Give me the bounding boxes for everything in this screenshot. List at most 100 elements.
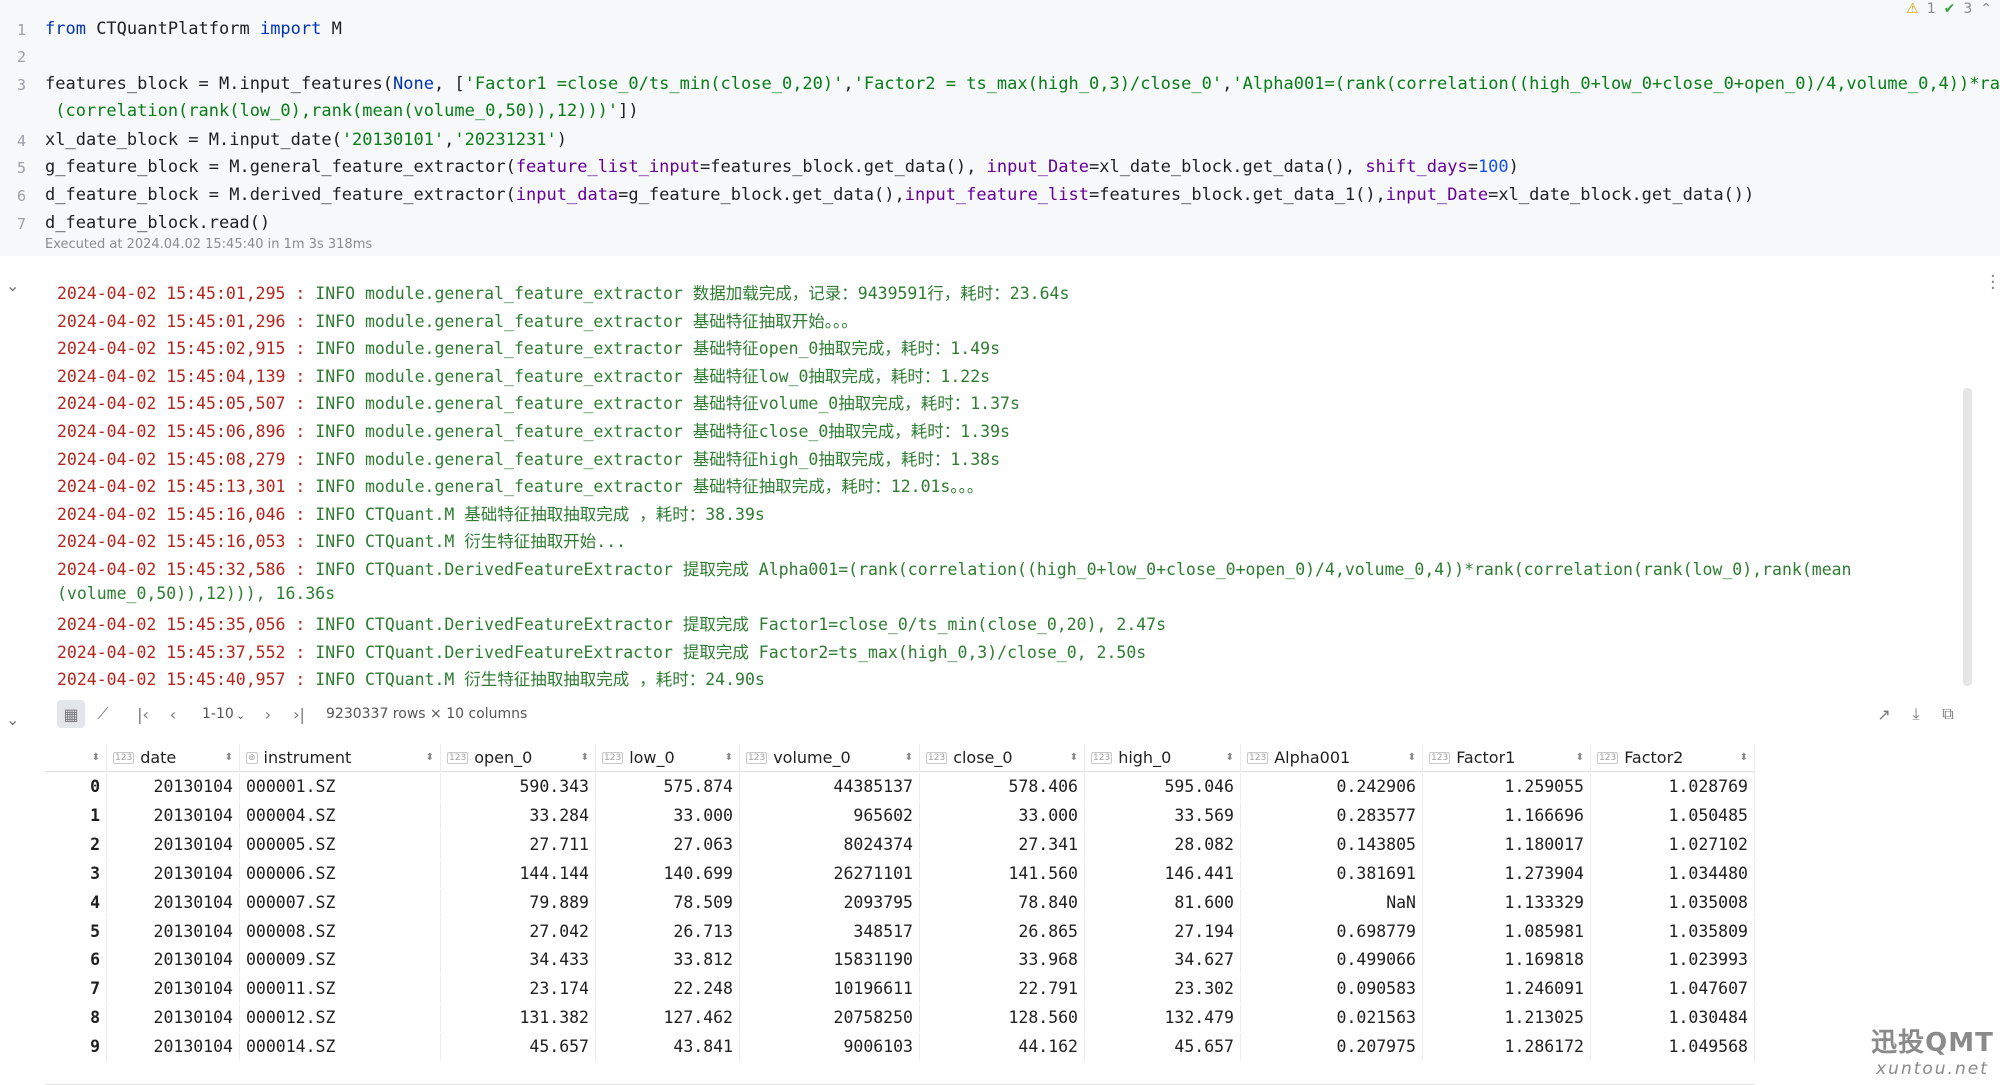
table-cell[interactable]: 20130104 xyxy=(107,888,240,917)
table-cell[interactable]: 595.046 xyxy=(1085,773,1241,801)
table-cell[interactable]: 144.144 xyxy=(441,859,596,888)
row-index[interactable]: 2 xyxy=(45,830,107,859)
check-icon[interactable]: ✔ xyxy=(1944,1,1956,17)
code-line[interactable]: (correlation(rank(low_0),rank(mean(volum… xyxy=(45,101,638,121)
sort-icon[interactable]: ⬍ xyxy=(725,752,733,763)
table-cell[interactable]: 1.047607 xyxy=(1591,975,1755,1004)
table-cell[interactable]: 0.207975 xyxy=(1241,1033,1423,1062)
sort-icon[interactable]: ⬍ xyxy=(1226,752,1234,763)
table-cell[interactable]: 0.143805 xyxy=(1241,830,1423,859)
table-cell[interactable]: 26.865 xyxy=(920,917,1085,946)
more-options-icon[interactable]: · · · xyxy=(1990,268,1996,298)
table-cell[interactable]: 1.034480 xyxy=(1591,859,1755,888)
table-cell[interactable]: 1.035809 xyxy=(1591,917,1755,946)
column-header-low_0[interactable]: 123 low_0 ⬍ xyxy=(596,744,740,772)
column-header-volume_0[interactable]: 123 volume_0 ⬍ xyxy=(740,744,920,772)
table-cell[interactable]: 1.246091 xyxy=(1423,975,1591,1004)
table-cell[interactable]: 1.273904 xyxy=(1423,859,1591,888)
table-cell[interactable]: 26.713 xyxy=(596,917,740,946)
table-cell[interactable]: 78.509 xyxy=(596,888,740,917)
column-header-Alpha001[interactable]: 123 Alpha001 ⬍ xyxy=(1241,744,1423,772)
row-index[interactable]: 3 xyxy=(45,859,107,888)
page-range[interactable]: 1-10 xyxy=(202,706,234,722)
table-cell[interactable]: 79.889 xyxy=(441,888,596,917)
sort-icon[interactable]: ⬍ xyxy=(426,752,434,763)
dataframe-viewer[interactable]: ⌄ ▦ ⟋ |‹ ‹ 1-10 ⌄ › ›| 9230337 rows × 10… xyxy=(0,692,2000,1085)
table-cell[interactable]: 348517 xyxy=(740,917,920,946)
table-cell[interactable]: 000008.SZ xyxy=(240,917,441,946)
table-cell[interactable]: 20130104 xyxy=(107,1033,240,1062)
table-cell[interactable]: 20758250 xyxy=(740,1004,920,1033)
table-cell[interactable]: 965602 xyxy=(740,801,920,830)
row-index[interactable]: 6 xyxy=(45,946,107,975)
table-cell[interactable]: 000006.SZ xyxy=(240,859,441,888)
code-line[interactable]: g_feature_block = M.general_feature_extr… xyxy=(45,157,1519,177)
code-line[interactable]: d_feature_block.read() xyxy=(45,213,270,233)
table-cell[interactable]: 34.433 xyxy=(441,946,596,975)
table-cell[interactable]: 33.812 xyxy=(596,946,740,975)
table-cell[interactable]: 10196611 xyxy=(740,975,920,1004)
table-cell[interactable]: 22.248 xyxy=(596,975,740,1004)
table-cell[interactable]: 28.082 xyxy=(1085,830,1241,859)
table-cell[interactable]: 000011.SZ xyxy=(240,975,441,1004)
table-cell[interactable]: 1.213025 xyxy=(1423,1004,1591,1033)
table-cell[interactable]: 8024374 xyxy=(740,830,920,859)
table-cell[interactable]: 20130104 xyxy=(107,773,240,801)
last-page-icon[interactable]: ›| xyxy=(285,700,313,728)
table-cell[interactable]: 27.194 xyxy=(1085,917,1241,946)
table-cell[interactable]: 000012.SZ xyxy=(240,1004,441,1033)
table-cell[interactable]: 000005.SZ xyxy=(240,830,441,859)
table-cell[interactable]: 0.698779 xyxy=(1241,917,1423,946)
table-cell[interactable]: 78.840 xyxy=(920,888,1085,917)
table-cell[interactable]: 1.049568 xyxy=(1591,1033,1755,1062)
table-cell[interactable]: 128.560 xyxy=(920,1004,1085,1033)
table-cell[interactable]: 27.341 xyxy=(920,830,1085,859)
row-index[interactable]: 9 xyxy=(45,1033,107,1062)
table-cell[interactable]: 127.462 xyxy=(596,1004,740,1033)
sort-icon[interactable]: ⬍ xyxy=(1740,752,1748,763)
column-header-open_0[interactable]: 123 open_0 ⬍ xyxy=(441,744,596,772)
table-cell[interactable]: 27.063 xyxy=(596,830,740,859)
column-header-Factor1[interactable]: 123 Factor1 ⬍ xyxy=(1423,744,1591,772)
inspection-badges[interactable]: ⚠ 1 ✔ 3 ⌃ xyxy=(1906,0,1992,18)
download-icon[interactable]: ⤓ xyxy=(1902,700,1930,728)
table-cell[interactable]: 1.028769 xyxy=(1591,773,1755,801)
table-cell[interactable]: 1.050485 xyxy=(1591,801,1755,830)
sort-icon[interactable]: ⬍ xyxy=(1576,752,1584,763)
log-scrollbar[interactable] xyxy=(1963,388,1972,686)
sort-icon[interactable]: ⬍ xyxy=(92,752,100,763)
row-index[interactable]: 8 xyxy=(45,1004,107,1033)
table-cell[interactable]: 1.259055 xyxy=(1423,773,1591,801)
table-cell[interactable]: 20130104 xyxy=(107,830,240,859)
table-cell[interactable]: 44.162 xyxy=(920,1033,1085,1062)
sort-icon[interactable]: ⬍ xyxy=(1408,752,1416,763)
table-cell[interactable]: 44385137 xyxy=(740,773,920,801)
table-cell[interactable]: 43.841 xyxy=(596,1033,740,1062)
code-cell[interactable]: 1234567 from CTQuantPlatform import Mfea… xyxy=(0,0,2000,256)
first-page-icon[interactable]: |‹ xyxy=(129,700,157,728)
table-cell[interactable]: 0.242906 xyxy=(1241,773,1423,801)
table-cell[interactable]: 1.133329 xyxy=(1423,888,1591,917)
table-cell[interactable]: 9006103 xyxy=(740,1033,920,1062)
table-cell[interactable]: 590.343 xyxy=(441,773,596,801)
table-cell[interactable]: NaN xyxy=(1241,888,1423,917)
table-cell[interactable]: 0.499066 xyxy=(1241,946,1423,975)
row-index[interactable]: 1 xyxy=(45,801,107,830)
code-line[interactable]: d_feature_block = M.derived_feature_extr… xyxy=(45,185,1754,205)
warning-icon[interactable]: ⚠ xyxy=(1906,1,1919,17)
table-cell[interactable]: 81.600 xyxy=(1085,888,1241,917)
table-cell[interactable]: 1.027102 xyxy=(1591,830,1755,859)
column-header-close_0[interactable]: 123 close_0 ⬍ xyxy=(920,744,1085,772)
table-cell[interactable]: 1.035008 xyxy=(1591,888,1755,917)
table-cell[interactable]: 140.699 xyxy=(596,859,740,888)
table-cell[interactable]: 33.968 xyxy=(920,946,1085,975)
table-cell[interactable]: 23.174 xyxy=(441,975,596,1004)
table-cell[interactable]: 15831190 xyxy=(740,946,920,975)
sort-icon[interactable]: ⬍ xyxy=(581,752,589,763)
column-header-date[interactable]: 123 date ⬍ xyxy=(107,744,240,772)
table-cell[interactable]: 578.406 xyxy=(920,773,1085,801)
code-line[interactable]: xl_date_block = M.input_date('20130101',… xyxy=(45,130,567,150)
row-index[interactable]: 7 xyxy=(45,975,107,1004)
column-header-Factor2[interactable]: 123 Factor2 ⬍ xyxy=(1591,744,1755,772)
table-cell[interactable]: 20130104 xyxy=(107,917,240,946)
